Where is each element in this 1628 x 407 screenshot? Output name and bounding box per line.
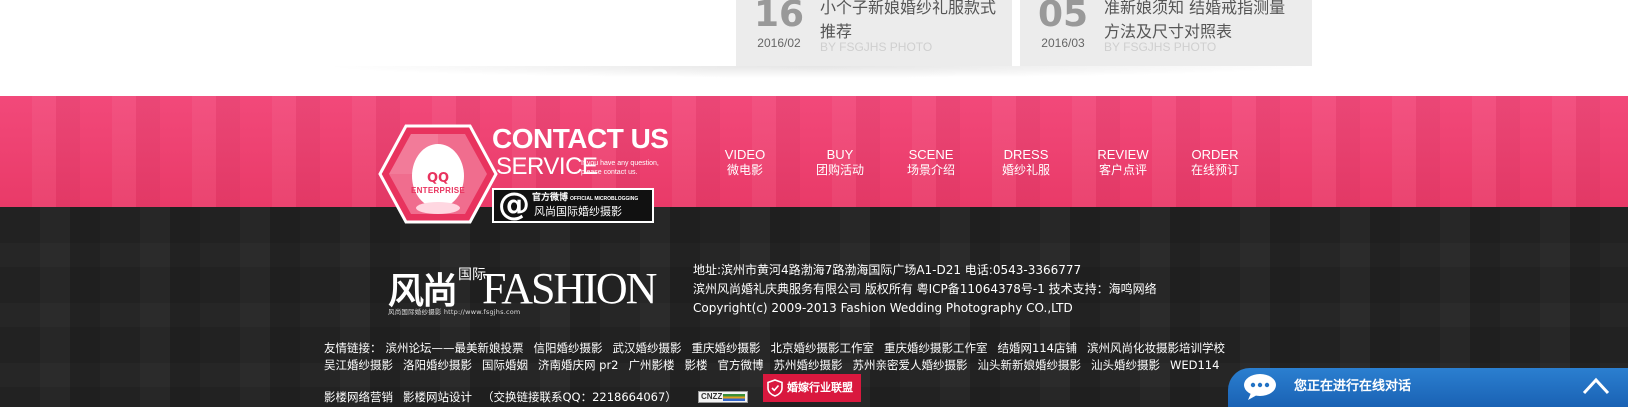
nav-item-scene[interactable]: SCENE 场景介绍 xyxy=(886,147,976,178)
news-card[interactable]: 16 2016/02 小个子新娘婚纱礼服款式推荐 BY FSGJHS PHOTO xyxy=(736,0,1012,66)
friend-link[interactable]: 苏州婚纱摄影 xyxy=(774,358,843,372)
news-title[interactable]: 小个子新娘婚纱礼服款式推荐 xyxy=(820,0,1010,44)
friend-link[interactable]: 吴江婚纱摄影 xyxy=(324,358,393,372)
news-byline: BY FSGJHS PHOTO xyxy=(820,40,933,54)
footer-company: 滨州风尚婚礼庆典服务有限公司 版权所有 粤ICP备11064378号-1 技术支… xyxy=(693,282,1157,296)
online-chat-bar[interactable]: 您正在进行在线对话 xyxy=(1228,368,1628,407)
links-label: 友情链接： xyxy=(324,341,382,355)
news-shadow xyxy=(320,66,1312,78)
friend-link[interactable]: 北京婚纱摄影工作室 xyxy=(771,341,875,355)
service-subtitle: If you have any question, please contact… xyxy=(581,160,659,176)
nav-item-buy[interactable]: BUY 团购活动 xyxy=(795,147,885,178)
cnzz-stats-badge[interactable]: CNZZ xyxy=(698,391,748,403)
links-row: 友情链接： 滨州论坛——最美新娘投票 信阳婚纱摄影 武汉婚纱摄影 重庆婚纱摄影 北京婚纱摄… xyxy=(324,340,1304,357)
friend-link[interactable]: 苏州亲密爱人婚纱摄影 xyxy=(853,358,968,372)
chat-status-text: 您正在进行在线对话 xyxy=(1294,379,1412,394)
nav-item-label-en: REVIEW xyxy=(1097,147,1149,162)
weibo-label-en: OFFICIAL MICROBLOGGING xyxy=(570,196,639,202)
nav-item-label-cn: 微电影 xyxy=(726,163,763,177)
page: 16 2016/02 小个子新娘婚纱礼服款式推荐 BY FSGJHS PHOTO… xyxy=(0,0,1628,407)
union-text: 婚嫁行业联盟 xyxy=(787,381,853,394)
logo-cn-small: 国际 xyxy=(458,267,487,283)
qq-enterprise-badge[interactable]: QQ ENTERPRISE xyxy=(378,124,498,224)
weibo-label-cn: 官方微博 xyxy=(532,193,569,203)
qq-label: QQ ENTERPRISE xyxy=(378,171,498,196)
nav-item-label-en: ORDER xyxy=(1191,147,1239,162)
news-byline: BY FSGJHS PHOTO xyxy=(1104,40,1217,54)
nav-item-video[interactable]: VIDEO 微电影 xyxy=(700,147,790,178)
news-date: 2016/03 xyxy=(1041,36,1085,50)
nav-item-review[interactable]: REVIEW 客户点评 xyxy=(1078,147,1168,178)
nav-item-label-cn: 在线预订 xyxy=(1190,163,1239,177)
exchange-link-contact: （交换链接联系QQ：2218664067） xyxy=(482,390,677,404)
news-day: 16 xyxy=(753,0,805,35)
nav-item-label-cn: 客户点评 xyxy=(1098,163,1147,177)
friend-link[interactable]: 重庆婚纱摄影 xyxy=(692,341,761,355)
nav-item-label-cn: 团购活动 xyxy=(815,163,864,177)
friend-link[interactable]: 汕头婚纱摄影 xyxy=(1091,358,1160,372)
shield-icon xyxy=(767,379,783,397)
friend-link[interactable]: 汕头新新娘婚纱摄影 xyxy=(978,358,1082,372)
weibo-account-name: 风尚国际婚纱摄影 xyxy=(534,205,622,218)
links-row: 吴江婚纱摄影 洛阳婚纱摄影 国际婚姻 济南婚庆网 pr2 广州影楼 影楼 官方微博 苏州婚纱摄… xyxy=(324,357,1304,374)
friend-link[interactable]: 影楼网站设计 xyxy=(403,390,472,404)
friend-link[interactable]: 滨州论坛——最美新娘投票 xyxy=(386,341,524,355)
news-card[interactable]: 05 2016/03 准新娘须知 结婚戒指测量方法及尺寸对照表 BY FSGJH… xyxy=(1020,0,1312,66)
news-date: 2016/02 xyxy=(757,36,801,50)
nav-item-label-en: BUY xyxy=(826,147,854,162)
nav-item-label-en: DRESS xyxy=(1003,147,1049,162)
nav-item-label-cn: 场景介绍 xyxy=(906,163,955,177)
nav-item-label-en: VIDEO xyxy=(724,147,766,162)
news-title[interactable]: 准新娘须知 结婚戒指测量方法及尺寸对照表 xyxy=(1104,0,1294,44)
footer-copyright: Copyright(c) 2009-2013 Fashion Wedding P… xyxy=(693,301,1073,315)
footer-address: 地址:滨州市黄河4路渤海7路渤海国际广场A1-D21 电话:0543-33667… xyxy=(693,263,1082,277)
friend-link[interactable]: 武汉婚纱摄影 xyxy=(613,341,682,355)
friend-link[interactable]: 洛阳婚纱摄影 xyxy=(403,358,472,372)
footer-logo[interactable]: 风尚 国际FASHION 风尚国际婚纱摄影 http://www.fsgjhs.c… xyxy=(388,262,663,318)
friend-link[interactable]: 国际婚姻 xyxy=(482,358,528,372)
friend-link[interactable]: 重庆婚纱摄影工作室 xyxy=(884,341,988,355)
cnzz-text: CNZZ xyxy=(701,392,723,401)
friend-link[interactable]: 影楼网络营销 xyxy=(324,390,393,404)
stats-bars-icon xyxy=(723,394,745,401)
enterprise-text: ENTERPRISE xyxy=(410,186,466,195)
footer-info: 地址:滨州市黄河4路渤海7路渤海国际广场A1-D21 电话:0543-33667… xyxy=(693,261,1157,318)
official-weibo-button[interactable]: @ 官方微博 OFFICIAL MICROBLOGGING 风尚国际婚纱摄影 xyxy=(492,185,654,223)
friend-link[interactable]: 滨州风尚化妆摄影培训学校 xyxy=(1087,341,1225,355)
friend-link[interactable]: 影楼 xyxy=(685,358,708,372)
friend-link[interactable]: 结婚网114店铺 xyxy=(998,341,1077,355)
nav-item-label-cn: 婚纱礼服 xyxy=(1001,163,1050,177)
friend-link[interactable]: 官方微博 xyxy=(718,358,764,372)
nav-item-label-en: SCENE xyxy=(908,147,954,162)
friendly-links: 友情链接： 滨州论坛——最美新娘投票 信阳婚纱摄影 武汉婚纱摄影 重庆婚纱摄影 北京婚纱摄… xyxy=(324,340,1304,374)
contact-us-title: CONTACT US xyxy=(492,123,669,154)
chat-bubble-icon xyxy=(1244,374,1276,400)
wedding-union-badge[interactable]: 婚嫁行业联盟 xyxy=(763,374,861,402)
nav-item-order[interactable]: ORDER 在线预订 xyxy=(1170,147,1260,178)
friend-link[interactable]: 济南婚庆网 pr2 xyxy=(538,358,619,372)
links-row-bottom: 影楼网络营销 影楼网站设计 （交换链接联系QQ：2218664067） xyxy=(324,389,687,405)
chevron-up-icon[interactable] xyxy=(1582,376,1610,396)
at-icon: @ xyxy=(498,185,530,223)
friend-link[interactable]: 广州影楼 xyxy=(629,358,675,372)
logo-tagline: 风尚国际婚纱摄影 http://www.fsgjhs.com xyxy=(388,308,521,316)
footer-nav: VIDEO 微电影 BUY 团购活动 SCENE 场景介绍 DRESS 婚纱礼服… xyxy=(700,147,1260,183)
friend-link[interactable]: 信阳婚纱摄影 xyxy=(534,341,603,355)
qq-text: QQ xyxy=(426,171,450,186)
news-day: 05 xyxy=(1037,0,1089,35)
friend-link[interactable]: WED114 xyxy=(1170,358,1219,372)
nav-item-dress[interactable]: DRESS 婚纱礼服 xyxy=(981,147,1071,178)
news-strip: 16 2016/02 小个子新娘婚纱礼服款式推荐 BY FSGJHS PHOTO… xyxy=(0,0,1628,96)
